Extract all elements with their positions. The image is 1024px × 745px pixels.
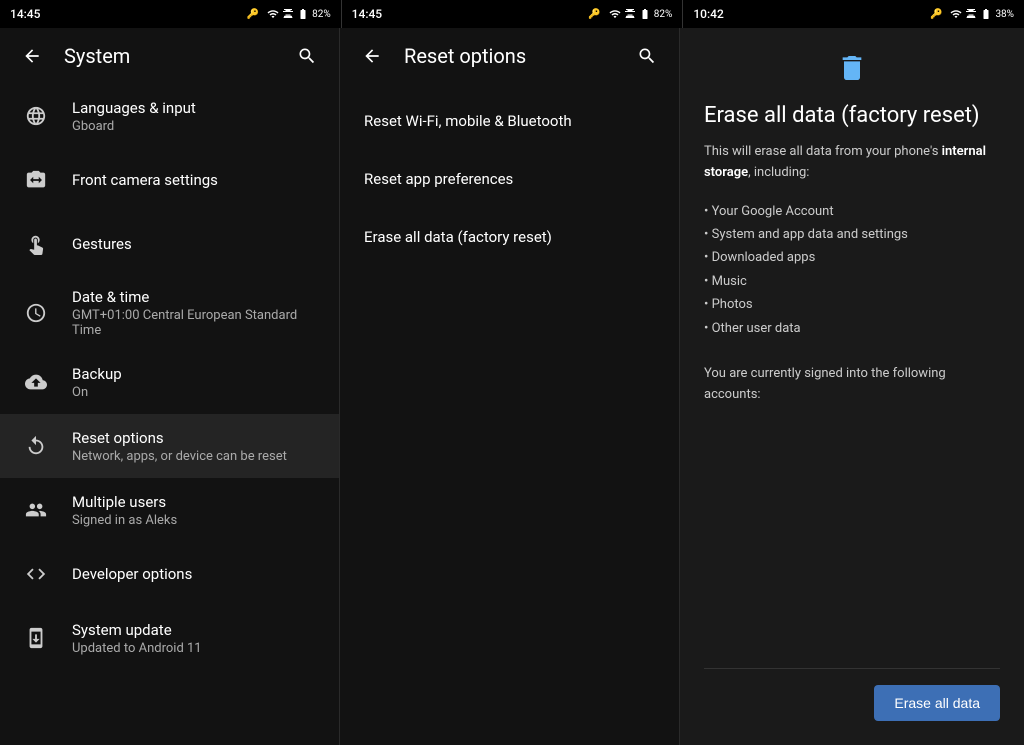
erase-list-item-6: • Other user data — [704, 317, 1000, 340]
backup-subtitle: On — [72, 385, 323, 400]
reset-app-prefs-item[interactable]: Reset app preferences — [340, 150, 679, 208]
icons-1: 🔑 82% — [247, 8, 331, 20]
backup-text: Backup On — [72, 365, 323, 400]
erase-desc-prefix: This will erase all data from your phone… — [704, 144, 942, 159]
people-icon — [16, 490, 56, 530]
gestures-icon — [16, 224, 56, 264]
panel-1-header: System — [0, 28, 339, 84]
status-bar-3: 10:42 🔑 38% — [683, 0, 1024, 28]
update-subtitle: Updated to Android 11 — [72, 641, 323, 656]
time-1: 14:45 — [10, 7, 40, 21]
reset-wifi-item[interactable]: Reset Wi-Fi, mobile & Bluetooth — [340, 92, 679, 150]
camera-title: Front camera settings — [72, 171, 323, 189]
settings-item-developer[interactable]: Developer options — [0, 542, 339, 606]
status-bars: 14:45 🔑 82% 14:45 🔑 82% 10:42 🔑 38% — [0, 0, 1024, 28]
settings-item-reset[interactable]: Reset options Network, apps, or device c… — [0, 414, 339, 478]
erase-all-button[interactable]: Erase all data — [874, 685, 1000, 721]
erase-list-item-2: • System and app data and settings — [704, 223, 1000, 246]
users-subtitle: Signed in as Aleks — [72, 513, 323, 528]
settings-item-update[interactable]: System update Updated to Android 11 — [0, 606, 339, 670]
search-button-2[interactable] — [631, 40, 663, 72]
icons-2: 🔑 82% — [588, 8, 672, 20]
languages-subtitle: Gboard — [72, 119, 323, 134]
languages-text: Languages & input Gboard — [72, 99, 323, 134]
panel-1-title: System — [64, 44, 275, 68]
status-bar-1: 14:45 🔑 82% — [0, 0, 341, 28]
languages-title: Languages & input — [72, 99, 323, 117]
settings-item-gestures[interactable]: Gestures — [0, 212, 339, 276]
erase-description: This will erase all data from your phone… — [704, 142, 1000, 184]
erase-icon-area — [704, 52, 1000, 91]
backup-icon — [16, 362, 56, 402]
icons-3: 🔑 38% — [930, 8, 1014, 20]
back-button-1[interactable] — [16, 40, 48, 72]
gestures-title: Gestures — [72, 235, 323, 253]
developer-title: Developer options — [72, 565, 323, 583]
panel-system: System Languages & input Gboard — [0, 28, 340, 745]
erase-footer: Erase all data — [704, 668, 1000, 721]
erase-list-item-3: • Downloaded apps — [704, 246, 1000, 269]
settings-item-languages[interactable]: Languages & input Gboard — [0, 84, 339, 148]
main-content: System Languages & input Gboard — [0, 28, 1024, 745]
datetime-text: Date & time GMT+01:00 Central European S… — [72, 288, 323, 338]
gestures-text: Gestures — [72, 235, 323, 253]
reset-options-list: Reset Wi-Fi, mobile & Bluetooth Reset ap… — [340, 84, 679, 745]
settings-list: Languages & input Gboard Front camera se… — [0, 84, 339, 745]
camera-icon — [16, 160, 56, 200]
developer-text: Developer options — [72, 565, 323, 583]
erase-all-item[interactable]: Erase all data (factory reset) — [340, 208, 679, 266]
update-text: System update Updated to Android 11 — [72, 621, 323, 656]
clock-icon — [16, 293, 56, 333]
system-update-icon — [16, 618, 56, 658]
panel-2-title: Reset options — [404, 44, 615, 68]
users-title: Multiple users — [72, 493, 323, 511]
camera-text: Front camera settings — [72, 171, 323, 189]
reset-title: Reset options — [72, 429, 323, 447]
datetime-title: Date & time — [72, 288, 323, 306]
reset-subtitle: Network, apps, or device can be reset — [72, 449, 323, 464]
search-button-1[interactable] — [291, 40, 323, 72]
erase-list-item-4: • Music — [704, 270, 1000, 293]
panel-reset: Reset options Reset Wi-Fi, mobile & Blue… — [340, 28, 680, 745]
accounts-text: You are currently signed into the follow… — [704, 366, 946, 402]
time-2: 14:45 — [352, 7, 382, 21]
accounts-section: You are currently signed into the follow… — [704, 364, 1000, 406]
panel-2-header: Reset options — [340, 28, 679, 84]
settings-item-backup[interactable]: Backup On — [0, 350, 339, 414]
erase-title: Erase all data (factory reset) — [704, 103, 1000, 128]
reset-icon — [16, 426, 56, 466]
update-title: System update — [72, 621, 323, 639]
status-bar-2: 14:45 🔑 82% — [342, 0, 683, 28]
globe-icon — [16, 96, 56, 136]
time-3: 10:42 — [693, 7, 723, 21]
back-button-2[interactable] — [356, 40, 388, 72]
erase-list-item-5: • Photos — [704, 293, 1000, 316]
settings-item-camera[interactable]: Front camera settings — [0, 148, 339, 212]
panel-erase: Erase all data (factory reset) This will… — [680, 28, 1024, 745]
erase-desc-suffix: , including: — [748, 165, 809, 180]
users-text: Multiple users Signed in as Aleks — [72, 493, 323, 528]
datetime-subtitle: GMT+01:00 Central European Standard Time — [72, 308, 323, 338]
settings-item-datetime[interactable]: Date & time GMT+01:00 Central European S… — [0, 276, 339, 350]
developer-icon — [16, 554, 56, 594]
erase-list: • Your Google Account • System and app d… — [704, 200, 1000, 340]
backup-title: Backup — [72, 365, 323, 383]
trash-icon — [836, 52, 868, 91]
reset-text: Reset options Network, apps, or device c… — [72, 429, 323, 464]
settings-item-users[interactable]: Multiple users Signed in as Aleks — [0, 478, 339, 542]
erase-list-item-1: • Your Google Account — [704, 200, 1000, 223]
